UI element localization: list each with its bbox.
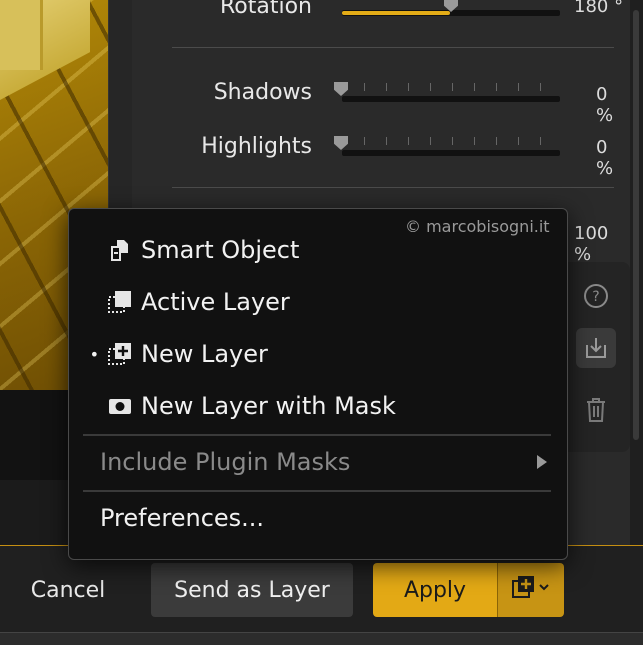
help-icon[interactable]: ? [576,276,616,316]
rotation-fill [342,11,450,15]
tool-column: ? [560,262,630,452]
window-bottom-edge [0,632,643,645]
opacity-value: 100 % [574,223,609,265]
active-layer-icon [105,287,135,317]
rotation-value: 180 ° [574,0,624,17]
smart-object-icon [105,235,135,265]
menu-item-preferences[interactable]: Preferences... [69,494,567,542]
highlights-handle[interactable] [334,136,348,150]
shadows-handle[interactable] [334,82,348,96]
highlights-value: 0 % [596,137,614,179]
svg-text:?: ? [592,289,599,305]
menu-item-smart-object[interactable]: Smart Object [69,226,567,274]
submenu-label: Include Plugin Masks [100,448,351,476]
cancel-button[interactable]: Cancel [10,563,126,617]
divider [172,47,614,48]
trash-icon[interactable] [576,390,616,430]
preferences-label: Preferences... [100,504,265,532]
shadows-label: Shadows [213,80,312,105]
divider [172,187,614,188]
menu-separator [83,434,551,436]
selection-bullet: • [89,344,99,364]
menu-item-label: Smart Object [141,236,300,264]
shadows-ticks [342,83,560,91]
menu-item-label: Active Layer [141,288,290,316]
photo-door [0,0,43,70]
shadows-value: 0 % [596,84,614,126]
new-layer-dropdown-icon [511,573,551,607]
menu-item-include-plugin-masks[interactable]: Include Plugin Masks [69,438,567,486]
menu-item-new-layer-with-mask[interactable]: New Layer with Mask [69,382,567,430]
apply-options-button[interactable] [497,563,564,617]
scrollbar-thumb[interactable] [633,10,639,440]
menu-item-active-layer[interactable]: Active Layer [69,278,567,326]
scrollbar[interactable] [630,0,643,545]
new-layer-icon [105,339,135,369]
menu-item-label: New Layer [141,340,268,368]
highlights-slider[interactable] [342,150,560,156]
highlights-ticks [342,137,560,145]
layer-mask-icon [105,391,135,421]
highlights-label: Highlights [201,134,312,159]
import-icon[interactable] [576,328,616,368]
menu-item-new-layer[interactable]: • New Layer [69,330,567,378]
menu-separator [83,490,551,492]
send-as-layer-button[interactable]: Send as Layer [151,563,353,617]
menu-item-label: New Layer with Mask [141,392,396,420]
shadows-slider[interactable] [342,96,560,102]
rotation-label: Rotation [219,0,312,19]
submenu-arrow-icon [537,455,547,469]
apply-button[interactable]: Apply [373,563,497,617]
send-options-menu: © marcobisogni.it Smart Object Active La… [68,208,568,560]
